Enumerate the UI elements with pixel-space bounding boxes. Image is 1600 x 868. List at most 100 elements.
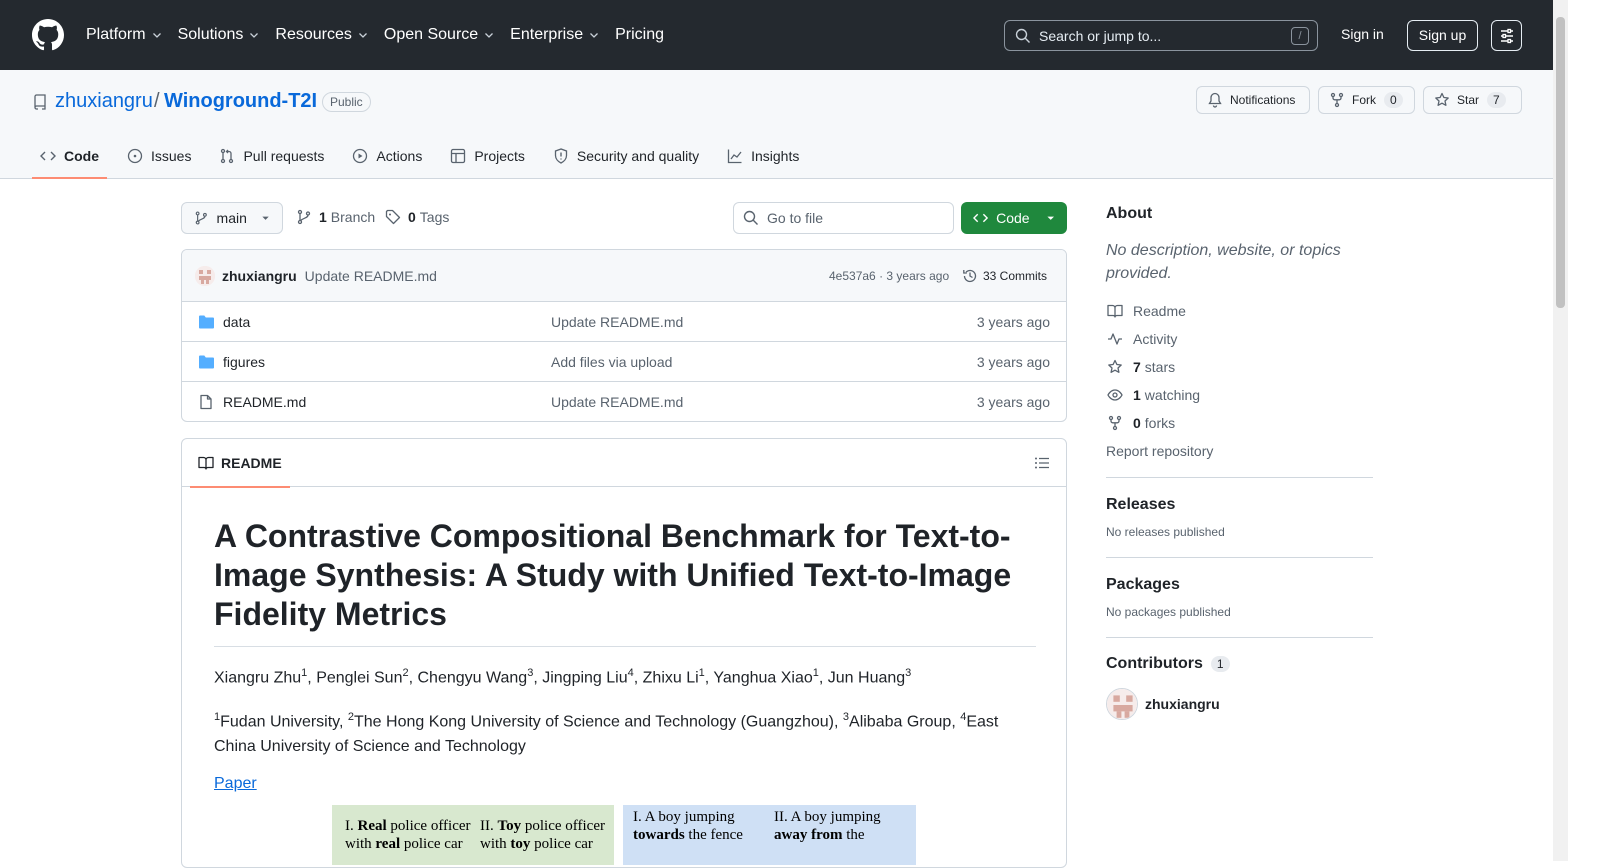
stars-label: stars [1144, 359, 1176, 375]
nav-solutions[interactable]: Solutions [178, 26, 261, 44]
watchers-link[interactable]: 1 watching [1106, 381, 1373, 409]
chevron-down-icon [485, 33, 494, 38]
readme-tab[interactable]: README [190, 439, 290, 488]
caption-part: police car [400, 836, 463, 852]
contributors-count: 1 [1210, 656, 1230, 672]
caption-part: I. [345, 818, 358, 834]
notifications-button[interactable]: Notifications [1196, 86, 1310, 114]
sign-up-button[interactable]: Sign up [1407, 20, 1478, 51]
file-name-link[interactable]: figures [223, 354, 265, 370]
tab-pull-requests[interactable]: Pull requests [211, 133, 332, 179]
play-circle-icon [353, 148, 368, 164]
nav-label: Resources [275, 26, 352, 43]
tab-issues[interactable]: Issues [119, 133, 199, 179]
divider [1106, 637, 1373, 638]
graph-icon [727, 149, 742, 164]
file-row[interactable]: README.md Update README.md 3 years ago [182, 382, 1066, 421]
code-button[interactable]: Code [961, 202, 1067, 234]
packages-heading[interactable]: Packages [1106, 576, 1373, 594]
file-commit-message[interactable]: Update README.md [551, 314, 683, 330]
contributors-heading[interactable]: Contributors 1 [1106, 655, 1373, 673]
nav-pricing[interactable]: Pricing [615, 26, 664, 44]
branch-icon [195, 211, 207, 225]
forks-label: forks [1144, 415, 1176, 431]
tab-code[interactable]: Code [32, 133, 107, 179]
menu-button[interactable] [1491, 20, 1522, 51]
commits-label: 33 Commits [983, 268, 1048, 283]
sliders-icon [1500, 28, 1513, 43]
go-to-file-input[interactable]: Go to file [733, 202, 954, 234]
file-time: 3 years ago [976, 394, 1050, 410]
commit-meta: 4e537a6 · 3 years ago [829, 269, 949, 283]
releases-description: No releases published [1106, 525, 1225, 539]
affiliation: Fudan University [220, 713, 339, 731]
outline-button[interactable] [1034, 455, 1050, 471]
caption-part: the [842, 827, 865, 843]
book-icon [198, 456, 214, 470]
chevron-down-icon [358, 33, 367, 38]
nav-enterprise[interactable]: Enterprise [510, 26, 600, 44]
file-name-link[interactable]: data [223, 314, 250, 330]
tab-insights[interactable]: Insights [719, 133, 807, 179]
tab-actions[interactable]: Actions [344, 133, 430, 179]
file-row[interactable]: figures Add files via upload 3 years ago [182, 342, 1066, 382]
caption-bold: real [375, 836, 401, 852]
github-logo-icon[interactable] [32, 19, 64, 51]
tab-security[interactable]: Security and quality [545, 133, 707, 179]
branches-link[interactable]: 1 Branch [296, 209, 375, 225]
figure-caption: with real police car [345, 836, 463, 853]
nav-platform[interactable]: Platform [86, 26, 163, 44]
file-listing: zhuxiangru Update README.md 4e537a6 · 3 … [181, 249, 1067, 422]
commits-history-link[interactable]: 33 Commits [962, 268, 1047, 284]
repo-icon [34, 94, 46, 110]
figure-caption: away from the [774, 827, 865, 844]
stars-link[interactable]: 7 stars [1106, 353, 1373, 381]
scrollbar-thumb[interactable] [1556, 17, 1565, 308]
fork-button[interactable]: Fork 0 [1318, 86, 1415, 114]
notifications-label: Notifications [1230, 93, 1296, 107]
nav-label: Pricing [615, 26, 664, 43]
chevron-down-icon [152, 33, 161, 38]
star-button[interactable]: Star 7 [1423, 86, 1522, 114]
file-icon [200, 394, 212, 410]
releases-heading[interactable]: Releases [1106, 496, 1373, 514]
fork-label: Fork [1352, 93, 1376, 107]
author: Jingping Liu [542, 669, 628, 687]
branch-select[interactable]: main [181, 202, 283, 234]
bell-icon [1208, 92, 1222, 108]
about-description: No description, website, or topics provi… [1106, 242, 1341, 282]
paper-link[interactable]: Paper [214, 775, 257, 793]
file-row[interactable]: data Update README.md 3 years ago [182, 302, 1066, 342]
contributor-item[interactable]: zhuxiangru [1106, 688, 1373, 720]
file-name-link[interactable]: README.md [223, 394, 306, 410]
branch-label: Branch [330, 209, 376, 225]
file-commit-message[interactable]: Update README.md [551, 394, 683, 410]
sign-in-link[interactable]: Sign in [1341, 26, 1384, 42]
avatar[interactable] [195, 265, 215, 286]
activity-link[interactable]: Activity [1106, 325, 1373, 353]
author-sup: 4 [627, 667, 634, 679]
page-scrollbar[interactable] [1553, 0, 1568, 861]
nav-open-source[interactable]: Open Source [384, 26, 495, 44]
readme-link[interactable]: Readme [1106, 297, 1373, 325]
caption-bold: Real [357, 818, 387, 834]
repo-owner-link[interactable]: zhuxiangru [55, 90, 153, 113]
report-repository-link[interactable]: Report repository [1106, 437, 1373, 465]
file-commit-message[interactable]: Add files via upload [551, 354, 672, 370]
author: Xiangru Zhu [214, 669, 302, 687]
figure-caption: towards the fence [633, 827, 743, 844]
tab-projects[interactable]: Projects [442, 133, 533, 179]
repo-name-link[interactable]: Winoground-T2I [164, 90, 317, 113]
tags-link[interactable]: 0 Tags [385, 209, 449, 225]
forks-link[interactable]: 0 forks [1106, 409, 1373, 437]
branch-count: 1 [319, 209, 327, 225]
commit-hash-link[interactable]: 4e537a6 [829, 269, 876, 283]
search-icon [1015, 28, 1030, 43]
global-search-input[interactable]: Search or jump to... / [1004, 20, 1318, 51]
packages-description: No packages published [1106, 605, 1231, 619]
folder-icon [199, 315, 214, 328]
commit-author-link[interactable]: zhuxiangru [222, 268, 297, 284]
nav-resources[interactable]: Resources [275, 26, 368, 44]
file-time: 3 years ago [976, 353, 1050, 370]
commit-message-link[interactable]: Update README.md [305, 268, 437, 284]
